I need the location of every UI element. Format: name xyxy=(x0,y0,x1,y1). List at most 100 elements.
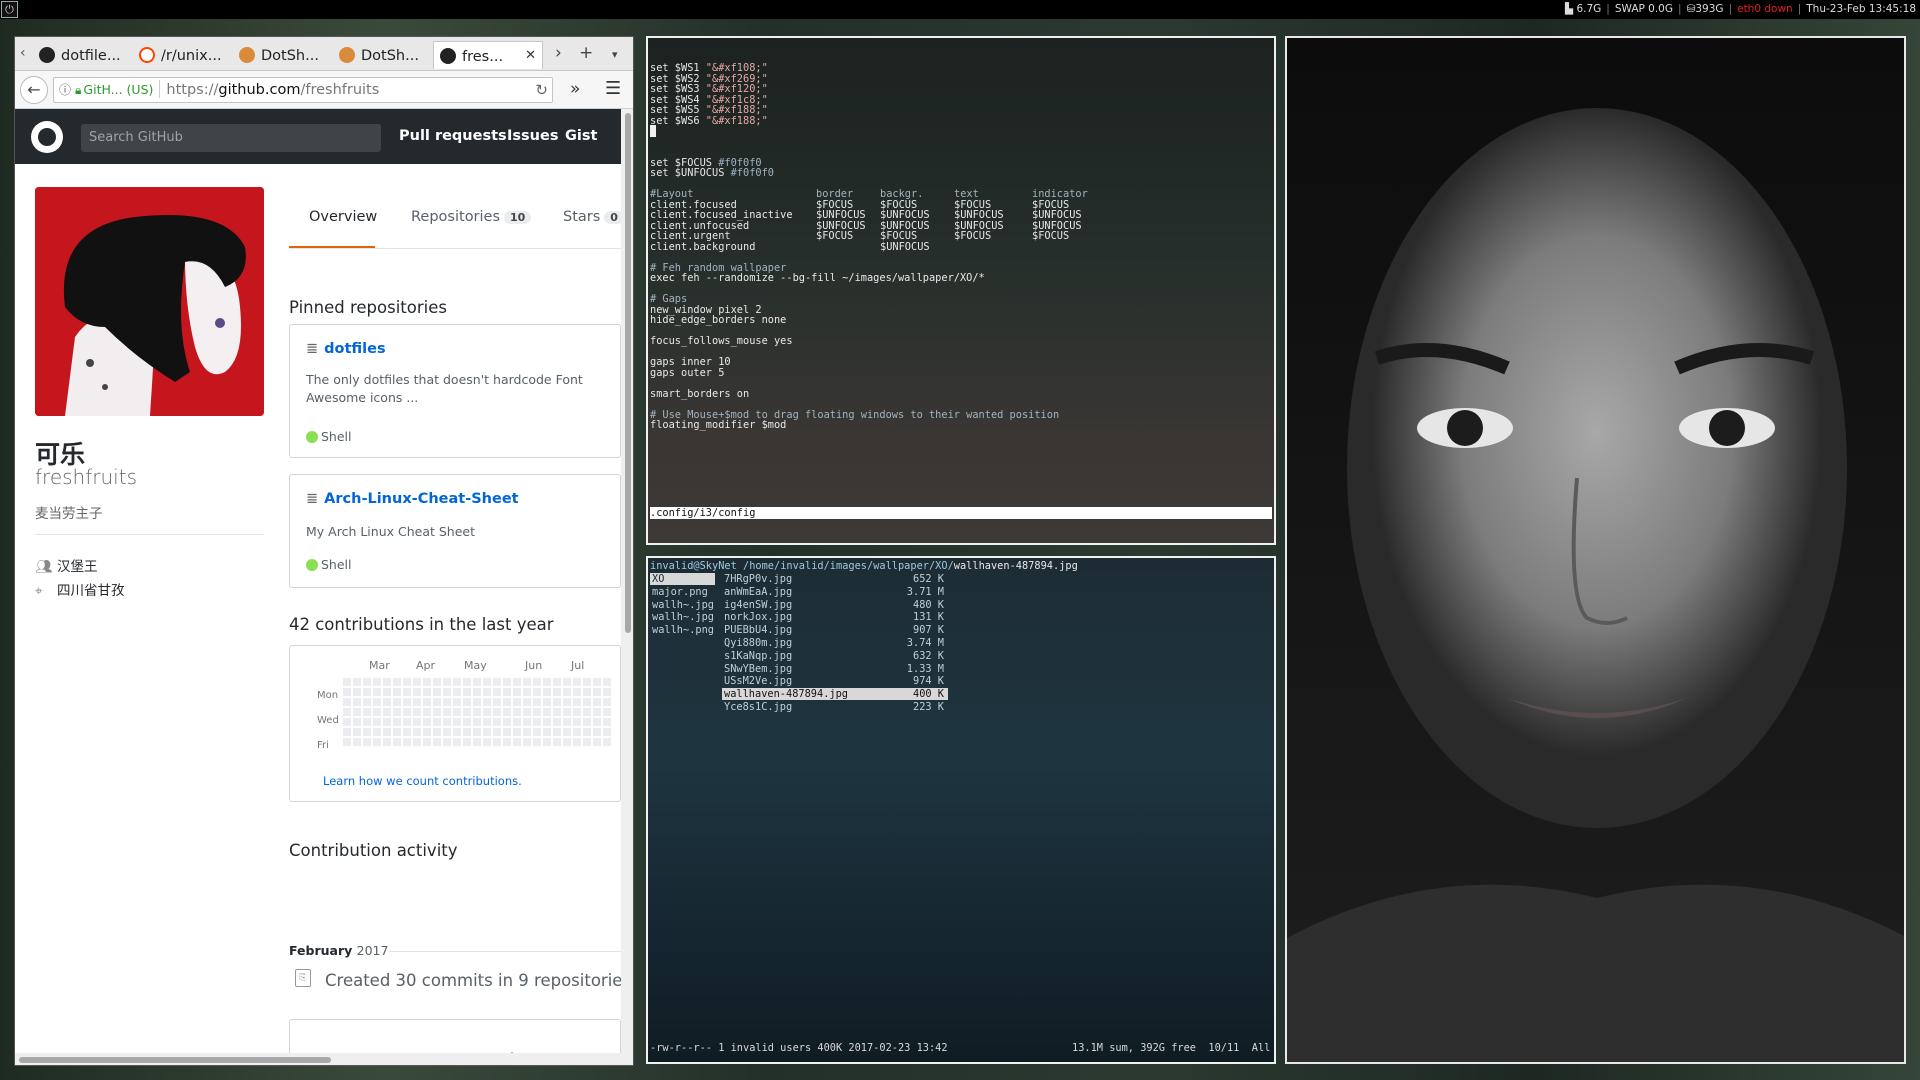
file-entry[interactable]: USsM2Ve.jpg xyxy=(724,675,848,688)
scrollbar-thumb[interactable] xyxy=(625,113,631,633)
file-entry[interactable]: s1KaNqp.jpg xyxy=(724,650,848,663)
contribution-cell[interactable] xyxy=(523,688,531,696)
contribution-cell[interactable] xyxy=(363,678,371,686)
contribution-cell[interactable] xyxy=(553,728,561,736)
parent-entry[interactable]: wallh~.png xyxy=(652,624,714,637)
contribution-cell[interactable] xyxy=(553,688,561,696)
contribution-cell[interactable] xyxy=(473,728,481,736)
contribution-cell[interactable] xyxy=(513,708,521,716)
contribution-cell[interactable] xyxy=(533,718,541,726)
contribution-cell[interactable] xyxy=(343,718,351,726)
contribution-cell[interactable] xyxy=(543,678,551,686)
contribution-cell[interactable] xyxy=(563,678,571,686)
reload-icon[interactable]: ↻ xyxy=(535,78,548,102)
contribution-cell[interactable] xyxy=(353,678,361,686)
contribution-cell[interactable] xyxy=(573,698,581,706)
terminal-i3-config[interactable]: set $WS1 "&#xf108;" set $WS2 "&#xf269;" se… xyxy=(646,36,1276,545)
contribution-cell[interactable] xyxy=(413,688,421,696)
contribution-cell[interactable] xyxy=(453,728,461,736)
contribution-cell[interactable] xyxy=(453,708,461,716)
contribution-cell[interactable] xyxy=(403,688,411,696)
contribution-cell[interactable] xyxy=(583,688,591,696)
contribution-cell[interactable] xyxy=(523,678,531,686)
contribution-cell[interactable] xyxy=(363,708,371,716)
repo-link-dotfiles[interactable]: ≣ dotfiles xyxy=(306,341,386,357)
contribution-cell[interactable] xyxy=(413,738,421,746)
file-entry[interactable]: 7HRgP0v.jpg xyxy=(724,573,848,586)
contribution-cell[interactable] xyxy=(533,698,541,706)
contribution-cell[interactable] xyxy=(353,698,361,706)
avatar[interactable] xyxy=(35,187,264,416)
contribution-cell[interactable] xyxy=(493,688,501,696)
contribution-cell[interactable] xyxy=(523,698,531,706)
contribution-cell[interactable] xyxy=(523,718,531,726)
contribution-cell[interactable] xyxy=(433,688,441,696)
contribution-cell[interactable] xyxy=(583,728,591,736)
file-entry[interactable]: anWmEaA.jpg xyxy=(724,586,848,599)
image-viewer-portrait[interactable] xyxy=(1285,36,1906,1064)
contribution-cell[interactable] xyxy=(423,738,431,746)
contribution-cell[interactable] xyxy=(583,718,591,726)
file-entry[interactable]: ig4enSW.jpg xyxy=(724,599,848,612)
contribution-cell[interactable] xyxy=(403,678,411,686)
parent-entry[interactable]: major.png xyxy=(652,586,714,599)
contribution-cell[interactable] xyxy=(593,738,601,746)
vertical-scrollbar[interactable] xyxy=(621,109,633,1065)
contribution-cell[interactable] xyxy=(603,698,611,706)
contribution-cell[interactable] xyxy=(483,718,491,726)
contribution-cell[interactable] xyxy=(543,708,551,716)
tab-stars[interactable]: Stars 0 xyxy=(563,209,621,225)
contribution-cell[interactable] xyxy=(593,708,601,716)
contribution-cell[interactable] xyxy=(433,678,441,686)
contribution-cell[interactable] xyxy=(593,688,601,696)
contribution-cell[interactable] xyxy=(563,738,571,746)
learn-contributions-link[interactable]: Learn how we count contributions. xyxy=(323,774,522,788)
contribution-cell[interactable] xyxy=(553,708,561,716)
contribution-cell[interactable] xyxy=(503,678,511,686)
contribution-cell[interactable] xyxy=(343,738,351,746)
contribution-cell[interactable] xyxy=(413,708,421,716)
contribution-cell[interactable] xyxy=(603,738,611,746)
contribution-cell[interactable] xyxy=(533,688,541,696)
contribution-cell[interactable] xyxy=(593,728,601,736)
contribution-cell[interactable] xyxy=(463,708,471,716)
contribution-cell[interactable] xyxy=(443,688,451,696)
contribution-cell[interactable] xyxy=(433,718,441,726)
contribution-cell[interactable] xyxy=(373,698,381,706)
contribution-cell[interactable] xyxy=(583,678,591,686)
contribution-cell[interactable] xyxy=(503,728,511,736)
tab-scroll-left-icon[interactable]: ‹ xyxy=(20,45,26,61)
contribution-cell[interactable] xyxy=(363,698,371,706)
contribution-cell[interactable] xyxy=(363,728,371,736)
contribution-cell[interactable] xyxy=(573,738,581,746)
contribution-cell[interactable] xyxy=(533,708,541,716)
contribution-cell[interactable] xyxy=(423,678,431,686)
contribution-cell[interactable] xyxy=(473,678,481,686)
tab-repositories[interactable]: Repositories 10 xyxy=(411,209,532,225)
repo-link-arch-linux-cheat-sheet[interactable]: ≣ Arch-Linux-Cheat-Sheet xyxy=(306,491,519,507)
contribution-cell[interactable] xyxy=(383,718,391,726)
contribution-cell[interactable] xyxy=(593,718,601,726)
contribution-cell[interactable] xyxy=(603,728,611,736)
contribution-cell[interactable] xyxy=(543,688,551,696)
contribution-cell[interactable] xyxy=(513,678,521,686)
contribution-cell[interactable] xyxy=(483,738,491,746)
site-identity[interactable]: GitH... (US) xyxy=(83,82,153,97)
contribution-cell[interactable] xyxy=(543,698,551,706)
contribution-cell[interactable] xyxy=(533,738,541,746)
contribution-cell[interactable] xyxy=(483,688,491,696)
contribution-cell[interactable] xyxy=(443,718,451,726)
contribution-cell[interactable] xyxy=(463,678,471,686)
file-entry[interactable]: Yce8s1C.jpg xyxy=(724,701,848,714)
tab-list-icon[interactable]: ▾ xyxy=(612,48,618,61)
file-entry[interactable]: SNwYBem.jpg xyxy=(724,663,848,676)
contribution-cell[interactable] xyxy=(373,738,381,746)
contribution-cell[interactable] xyxy=(463,688,471,696)
url-bar[interactable]: ⓘ 🔒︎ GitH... (US) https://github.com/freshf… xyxy=(53,77,553,103)
contribution-cell[interactable] xyxy=(343,728,351,736)
contribution-cell[interactable] xyxy=(583,698,591,706)
contribution-cell[interactable] xyxy=(463,728,471,736)
contribution-cell[interactable] xyxy=(483,698,491,706)
close-tab-icon[interactable]: ✕ xyxy=(525,48,536,63)
contribution-cell[interactable] xyxy=(483,728,491,736)
